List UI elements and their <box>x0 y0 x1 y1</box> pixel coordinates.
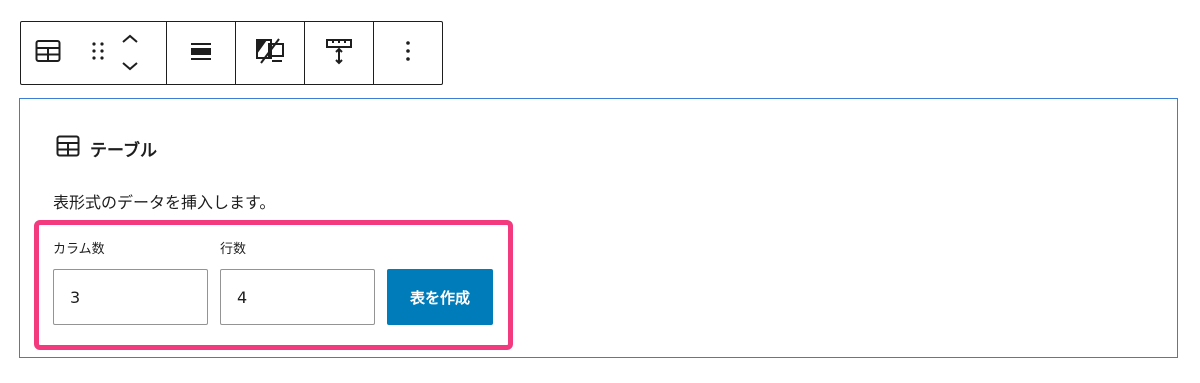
placeholder-label: テーブル <box>56 135 157 162</box>
fixed-width-table-icon <box>325 37 353 69</box>
columns-label: カラム数 <box>53 242 105 257</box>
rows-label: 行数 <box>220 242 247 257</box>
create-table-button[interactable]: 表を作成 <box>387 269 493 325</box>
move-up-icon[interactable] <box>121 30 139 49</box>
more-options-icon <box>405 40 411 66</box>
rows-input[interactable] <box>220 269 375 325</box>
toolbar-group-width <box>304 22 373 84</box>
align-button[interactable] <box>167 22 235 84</box>
drag-handle-button[interactable] <box>91 22 105 84</box>
toolbar-group-toggle <box>235 22 304 84</box>
table-icon <box>35 39 61 67</box>
align-icon <box>189 39 213 67</box>
drag-handle-icon <box>91 41 105 65</box>
block-toolbar <box>20 21 443 85</box>
fixed-width-button[interactable] <box>305 22 373 84</box>
header-toggle-button[interactable] <box>236 22 304 84</box>
dark-mode-toggle-icon <box>255 37 285 69</box>
block-type-button[interactable] <box>35 22 61 84</box>
toolbar-group-more <box>373 22 442 84</box>
toolbar-group-align <box>166 22 235 84</box>
toolbar-group-block <box>21 22 166 84</box>
table-icon <box>56 135 90 162</box>
table-block-placeholder: テーブル 表形式のデータを挿入します。 カラム数 行数 表を作成 <box>19 98 1178 358</box>
block-mover <box>115 22 145 84</box>
more-options-button[interactable] <box>374 22 442 84</box>
placeholder-instructions: 表形式のデータを挿入します。 <box>53 193 276 212</box>
move-down-icon[interactable] <box>121 57 139 76</box>
columns-input[interactable] <box>53 269 208 325</box>
placeholder-title: テーブル <box>90 141 157 161</box>
